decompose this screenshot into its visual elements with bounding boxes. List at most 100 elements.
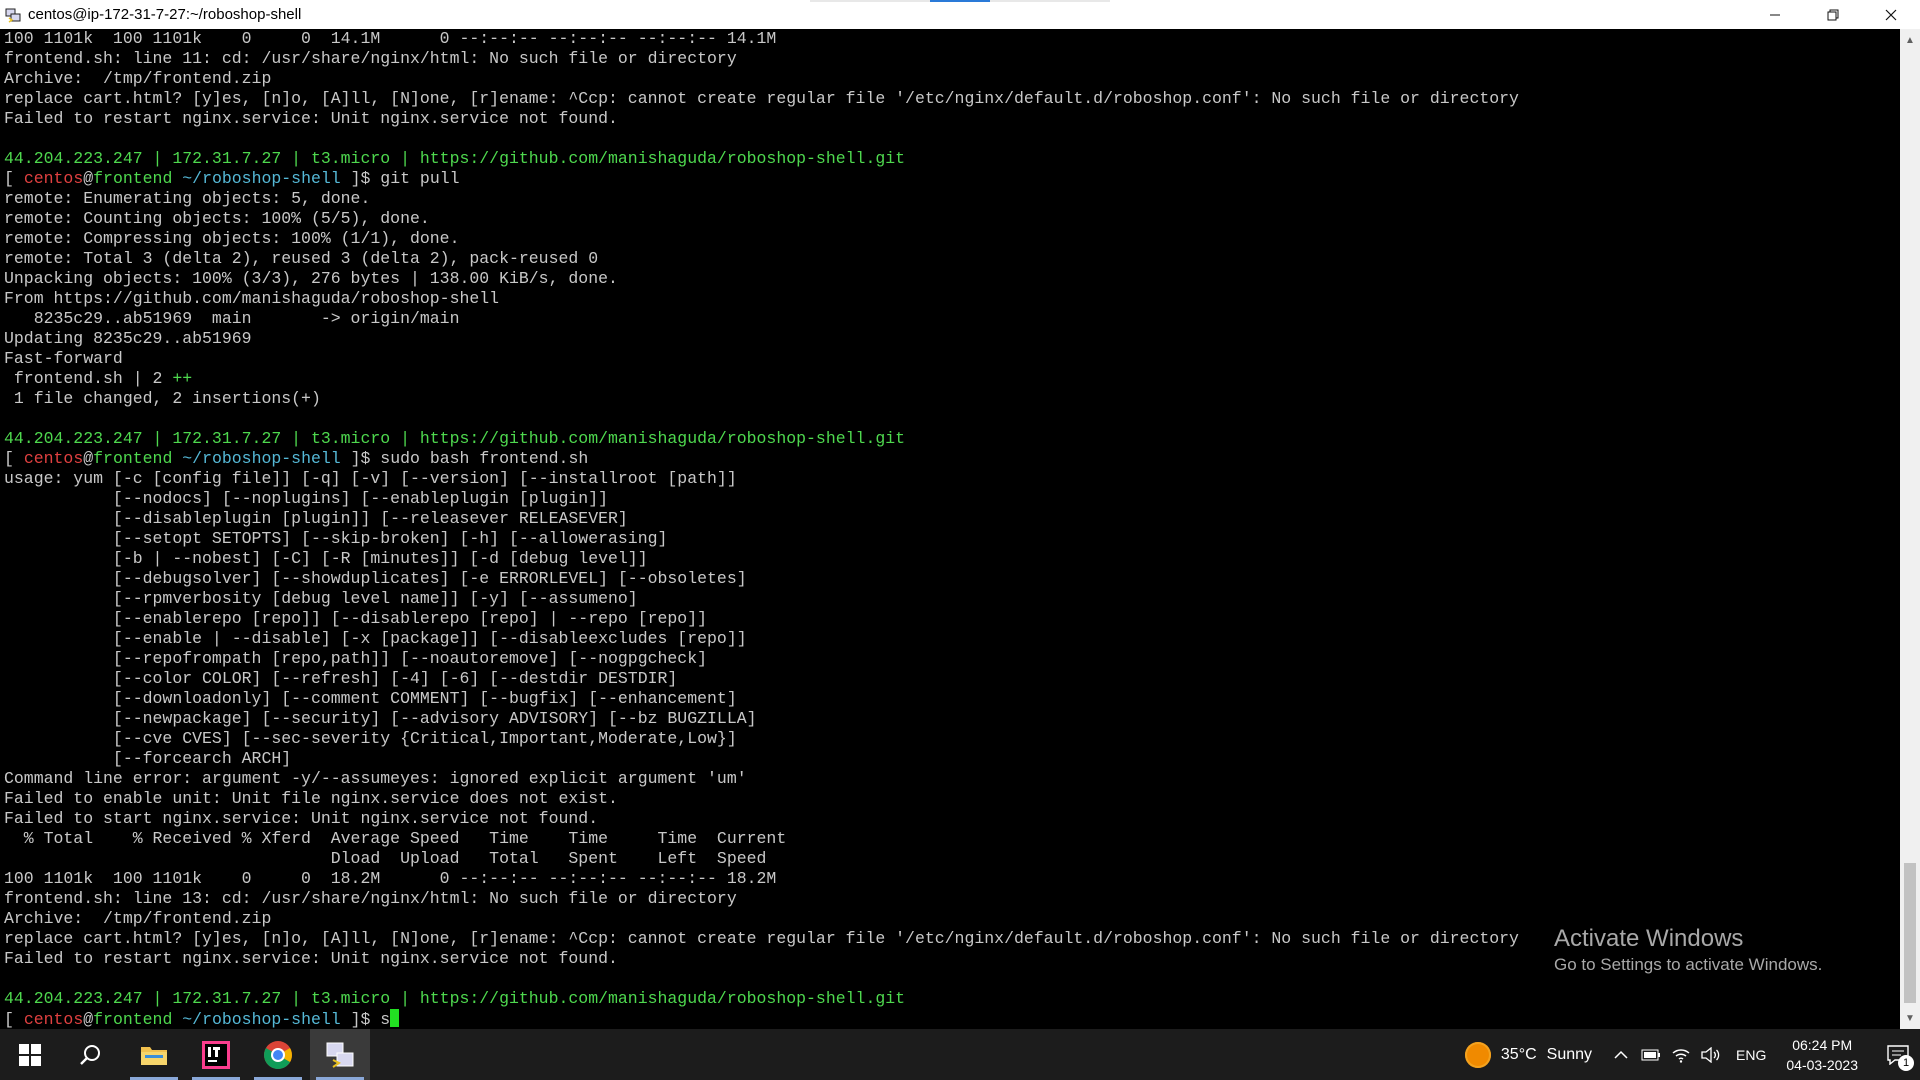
terminal-line: 8235c29..ab51969 main -> origin/main: [4, 309, 1894, 329]
close-button[interactable]: [1862, 0, 1920, 29]
terminal-line: Failed to enable unit: Unit file nginx.s…: [4, 789, 1894, 809]
terminal-text: ~/roboshop-shell: [182, 1010, 341, 1029]
terminal-text: 44.204.223.247 | 172.31.7.27 | t3.micro …: [4, 989, 906, 1008]
terminal-line: frontend.sh: line 11: cd: /usr/share/ngi…: [4, 49, 1894, 69]
scrollbar-thumb[interactable]: [1904, 863, 1916, 1003]
weather-widget[interactable]: 35°C Sunny: [1464, 1029, 1606, 1080]
terminal-text: Failed to restart nginx.service: Unit ng…: [4, 949, 618, 968]
terminal-text: centos: [23, 449, 84, 468]
volume-icon[interactable]: [1696, 1029, 1726, 1080]
terminal-text: 100 1101k 100 1101k 0 0 14.1M 0 --:--:--…: [4, 29, 777, 48]
terminal-text: [--enable | --disable] [-x [package]] [-…: [4, 629, 747, 648]
terminal-line: [--setopt SETOPTS] [--skip-broken] [-h] …: [4, 529, 1894, 549]
terminal-text: remote: Counting objects: 100% (5/5), do…: [4, 209, 430, 228]
terminal-text: [--rpmverbosity [debug level name]] [-y]…: [4, 589, 638, 608]
terminal-text: [--nodocs] [--noplugins] [--enableplugin…: [4, 489, 608, 508]
terminal-text: [: [4, 169, 24, 188]
window-title: centos@ip-172-31-7-27:~/roboshop-shell: [28, 6, 302, 23]
terminal-line: 100 1101k 100 1101k 0 0 14.1M 0 --:--:--…: [4, 29, 1894, 49]
file-explorer-button[interactable]: [124, 1029, 184, 1080]
terminal-text: replace cart.html? [y]es, [n]o, [A]ll, […: [4, 929, 1519, 948]
sun-icon: [1464, 1041, 1491, 1068]
putty-button[interactable]: [310, 1029, 370, 1080]
terminal-line: % Total % Received % Xferd Average Speed…: [4, 829, 1894, 849]
terminal-text: Archive: /tmp/frontend.zip: [4, 909, 272, 928]
terminal-line: [--debugsolver] [--showduplicates] [-e E…: [4, 569, 1894, 589]
terminal-line: [--downloadonly] [--comment COMMENT] [--…: [4, 689, 1894, 709]
terminal-output: 100 1101k 100 1101k 0 0 14.1M 0 --:--:--…: [4, 29, 1894, 1029]
title-decoration: [810, 0, 1110, 2]
terminal-line: 44.204.223.247 | 172.31.7.27 | t3.micro …: [4, 429, 1894, 449]
notification-button[interactable]: 1: [1876, 1029, 1920, 1080]
scroll-down-icon[interactable]: ▼: [1900, 1009, 1920, 1027]
terminal-text: Command line error: argument -y/--assume…: [4, 769, 747, 788]
terminal-text: frontend.sh | 2: [4, 369, 173, 388]
terminal-text: [--setopt SETOPTS] [--skip-broken] [-h] …: [4, 529, 668, 548]
system-tray: 35°C Sunny ENG 06:24 PM 04-03-2023 1: [1464, 1029, 1920, 1080]
search-icon: [80, 1044, 100, 1065]
terminal-line: remote: Enumerating objects: 5, done.: [4, 189, 1894, 209]
terminal-text: @: [83, 449, 94, 468]
terminal-text: Failed to restart nginx.service: Unit ng…: [4, 109, 618, 128]
watermark-subtitle: Go to Settings to activate Windows.: [1554, 955, 1823, 974]
terminal-text: frontend: [93, 1010, 173, 1029]
terminal-text: [--downloadonly] [--comment COMMENT] [--…: [4, 689, 737, 708]
terminal-line: Updating 8235c29..ab51969: [4, 329, 1894, 349]
intellij-icon: [202, 1040, 230, 1069]
terminal-text: ]$ sudo bash frontend.sh: [340, 449, 589, 468]
scroll-up-icon[interactable]: ▲: [1900, 31, 1920, 49]
terminal-line: [--enable | --disable] [-x [package]] [-…: [4, 629, 1894, 649]
terminal-text: frontend.sh: line 13: cd: /usr/share/ngi…: [4, 889, 737, 908]
terminal-line: remote: Compressing objects: 100% (1/1),…: [4, 229, 1894, 249]
activate-windows-watermark: Activate Windows Go to Settings to activ…: [1554, 924, 1822, 976]
minimize-button[interactable]: [1746, 0, 1804, 29]
restore-button[interactable]: [1804, 0, 1862, 29]
terminal-line: Unpacking objects: 100% (3/3), 276 bytes…: [4, 269, 1894, 289]
terminal-line: Failed to restart nginx.service: Unit ng…: [4, 109, 1894, 129]
terminal-text: 1 file changed, 2 insertions(+): [4, 389, 321, 408]
restore-icon: [1827, 9, 1839, 20]
terminal-text: [: [4, 449, 24, 468]
scrollbar[interactable]: ▲ ▼: [1900, 29, 1920, 1029]
battery-icon[interactable]: [1636, 1029, 1666, 1080]
chevron-up-icon[interactable]: [1606, 1029, 1636, 1080]
start-button[interactable]: [0, 1029, 60, 1080]
terminal-text: frontend: [93, 449, 173, 468]
terminal-text: [--debugsolver] [--showduplicates] [-e E…: [4, 569, 747, 588]
language-indicator[interactable]: ENG: [1726, 1029, 1776, 1080]
wifi-icon[interactable]: [1666, 1029, 1696, 1080]
terminal-line: 100 1101k 100 1101k 0 0 18.2M 0 --:--:--…: [4, 869, 1894, 889]
chrome-button[interactable]: [248, 1029, 308, 1080]
terminal-line: 44.204.223.247 | 172.31.7.27 | t3.micro …: [4, 149, 1894, 169]
terminal-text: centos: [23, 169, 84, 188]
terminal-area[interactable]: 100 1101k 100 1101k 0 0 14.1M 0 --:--:--…: [0, 29, 1900, 1029]
terminal-text: [-b | --nobest] [-C] [-R [minutes]] [-d …: [4, 549, 648, 568]
terminal-line: [--forcearch ARCH]: [4, 749, 1894, 769]
terminal-line: remote: Counting objects: 100% (5/5), do…: [4, 209, 1894, 229]
putty-icon: [326, 1042, 354, 1068]
search-button[interactable]: [60, 1029, 120, 1080]
terminal-line: [--disableplugin [plugin]] [--releasever…: [4, 509, 1894, 529]
terminal-line: Fast-forward: [4, 349, 1894, 369]
terminal-line: Failed to start nginx.service: Unit ngin…: [4, 809, 1894, 829]
terminal-line: usage: yum [-c [config file]] [-q] [-v] …: [4, 469, 1894, 489]
terminal-line: remote: Total 3 (delta 2), reused 3 (del…: [4, 249, 1894, 269]
clock-date: 04-03-2023: [1786, 1056, 1858, 1073]
clock[interactable]: 06:24 PM 04-03-2023: [1776, 1029, 1876, 1080]
terminal-text: ~/roboshop-shell: [182, 169, 341, 188]
terminal-text: [--repofrompath [repo,path]] [--noautore…: [4, 649, 708, 668]
intellij-button[interactable]: [186, 1029, 246, 1080]
terminal-line: [--color COLOR] [--refresh] [-4] [-6] [-…: [4, 669, 1894, 689]
terminal-text: ]$ s: [340, 1010, 391, 1029]
terminal-cursor: [390, 1009, 400, 1027]
terminal-text: Unpacking objects: 100% (3/3), 276 bytes…: [4, 269, 618, 288]
chrome-icon: [264, 1040, 292, 1069]
title-bar[interactable]: centos@ip-172-31-7-27:~/roboshop-shell: [0, 0, 1920, 29]
terminal-text: [--enablerepo [repo]] [--disablerepo [re…: [4, 609, 708, 628]
terminal-text: [: [4, 1010, 24, 1029]
terminal-text: remote: Total 3 (delta 2), reused 3 (del…: [4, 249, 599, 268]
terminal-text: 44.204.223.247 | 172.31.7.27 | t3.micro …: [4, 149, 906, 168]
terminal-line: frontend.sh: line 13: cd: /usr/share/ngi…: [4, 889, 1894, 909]
